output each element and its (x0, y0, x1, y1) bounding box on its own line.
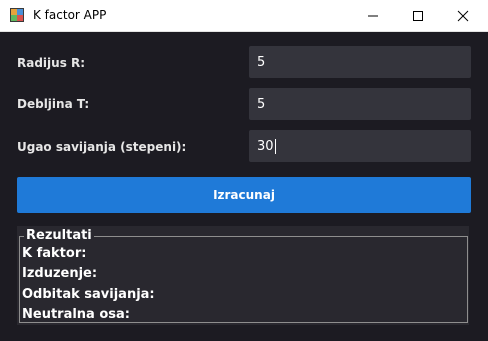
radius-label: Radijus R: (17, 56, 86, 70)
maximize-button[interactable] (395, 0, 441, 31)
elongation-result: Izduzenje: (22, 266, 98, 281)
close-button[interactable] (440, 0, 486, 31)
calculate-label: Izracunaj (213, 188, 275, 202)
thickness-value: 5 (257, 96, 266, 112)
maximize-icon (413, 10, 423, 21)
k-factor-result: K faktor: (22, 246, 87, 261)
angle-value: 30 (257, 138, 274, 154)
thickness-input[interactable]: 5 (249, 88, 471, 120)
angle-input[interactable]: 30 (249, 130, 471, 162)
neutral-axis-result: Neutralna osa: (22, 307, 130, 322)
title-bar[interactable]: K factor APP (0, 0, 488, 32)
bend-deduction-result: Odbitak savijanja: (22, 287, 155, 302)
text-caret (274, 138, 276, 154)
results-legend: Rezultati (24, 228, 94, 243)
minimize-icon (368, 15, 378, 16)
radius-value: 5 (257, 54, 266, 70)
app-icon (10, 8, 24, 22)
radius-input[interactable]: 5 (249, 46, 471, 78)
close-icon (457, 10, 469, 21)
thickness-label: Debljina T: (17, 97, 90, 111)
angle-label: Ugao savijanja (stepeni): (17, 140, 187, 154)
calculate-button[interactable]: Izracunaj (17, 177, 471, 213)
window-title: K factor APP (33, 8, 107, 22)
minimize-button[interactable] (350, 0, 396, 31)
